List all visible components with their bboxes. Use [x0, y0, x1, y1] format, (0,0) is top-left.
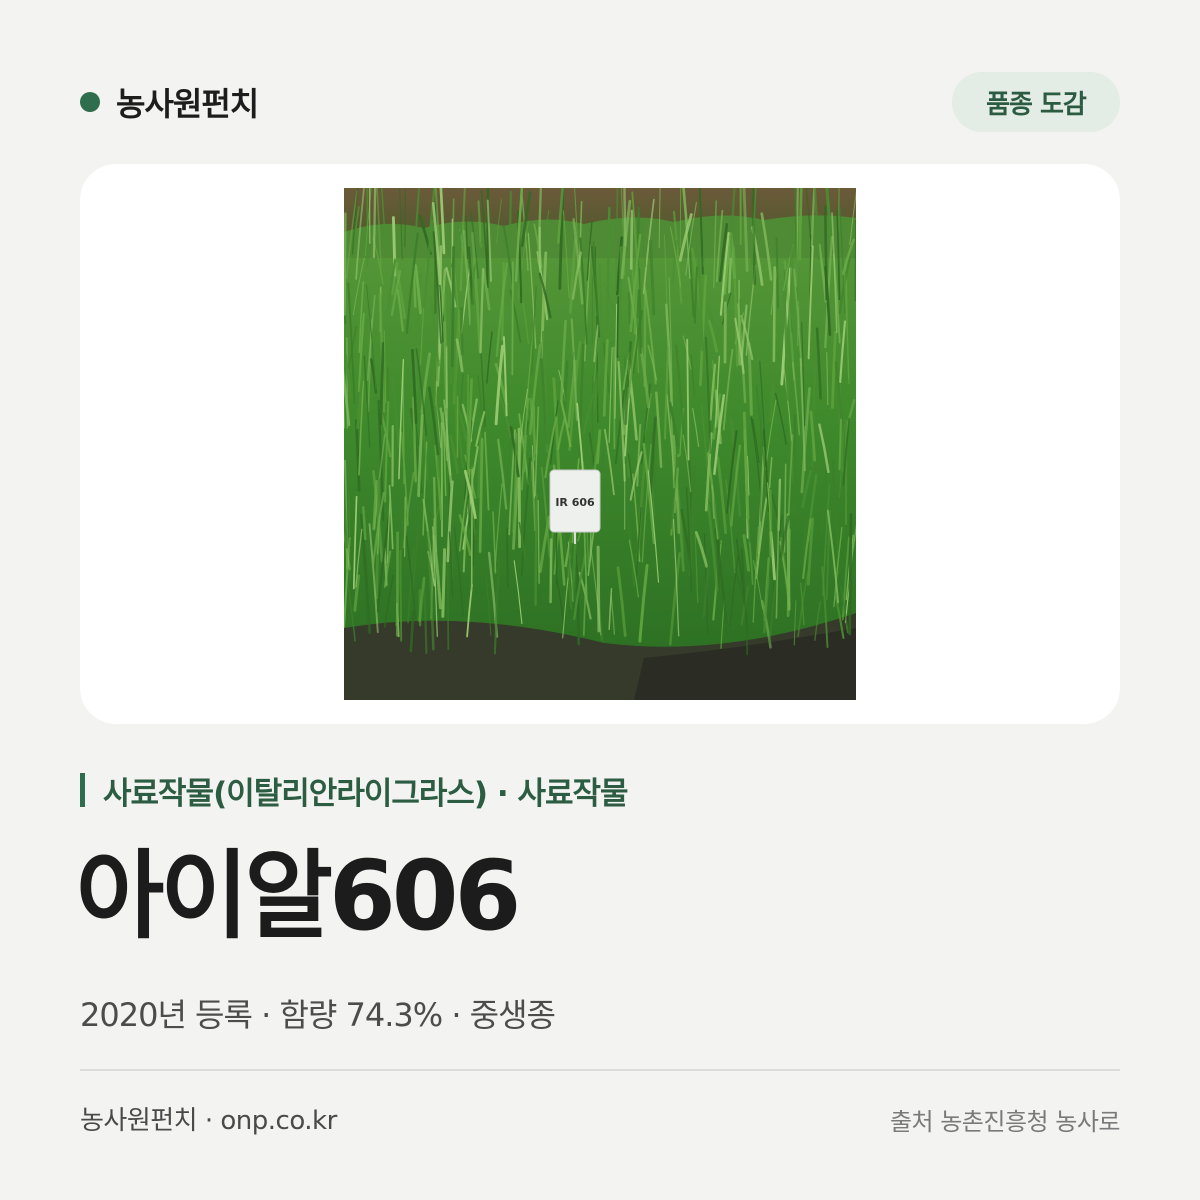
catalog-badge[interactable]: 품종 도감 — [952, 72, 1120, 132]
crop-photo: IR 606 — [344, 188, 856, 700]
footer-site[interactable]: 농사원펀치 · onp.co.kr — [80, 1100, 337, 1137]
variety-meta: 2020년 등록 · 함량 74.3% · 중생종 — [80, 996, 556, 1034]
variety-title: 아이알606 — [76, 840, 521, 952]
brand: 농사원펀치 — [80, 78, 259, 126]
brand-name: 농사원펀치 — [116, 85, 259, 123]
category: 사료작물(이탈리안라이그라스) · 사료작물 — [80, 768, 629, 812]
category-label: 사료작물(이탈리안라이그라스) · 사료작물 — [103, 775, 629, 812]
footer-source: 출처 농촌진흥청 농사로 — [889, 1108, 1121, 1136]
sign-label: IR 606 — [555, 496, 595, 509]
divider — [80, 1069, 1120, 1071]
brand-dot-icon — [80, 92, 100, 112]
category-accent-bar — [80, 773, 85, 807]
photo-card: IR 606 — [80, 164, 1120, 724]
